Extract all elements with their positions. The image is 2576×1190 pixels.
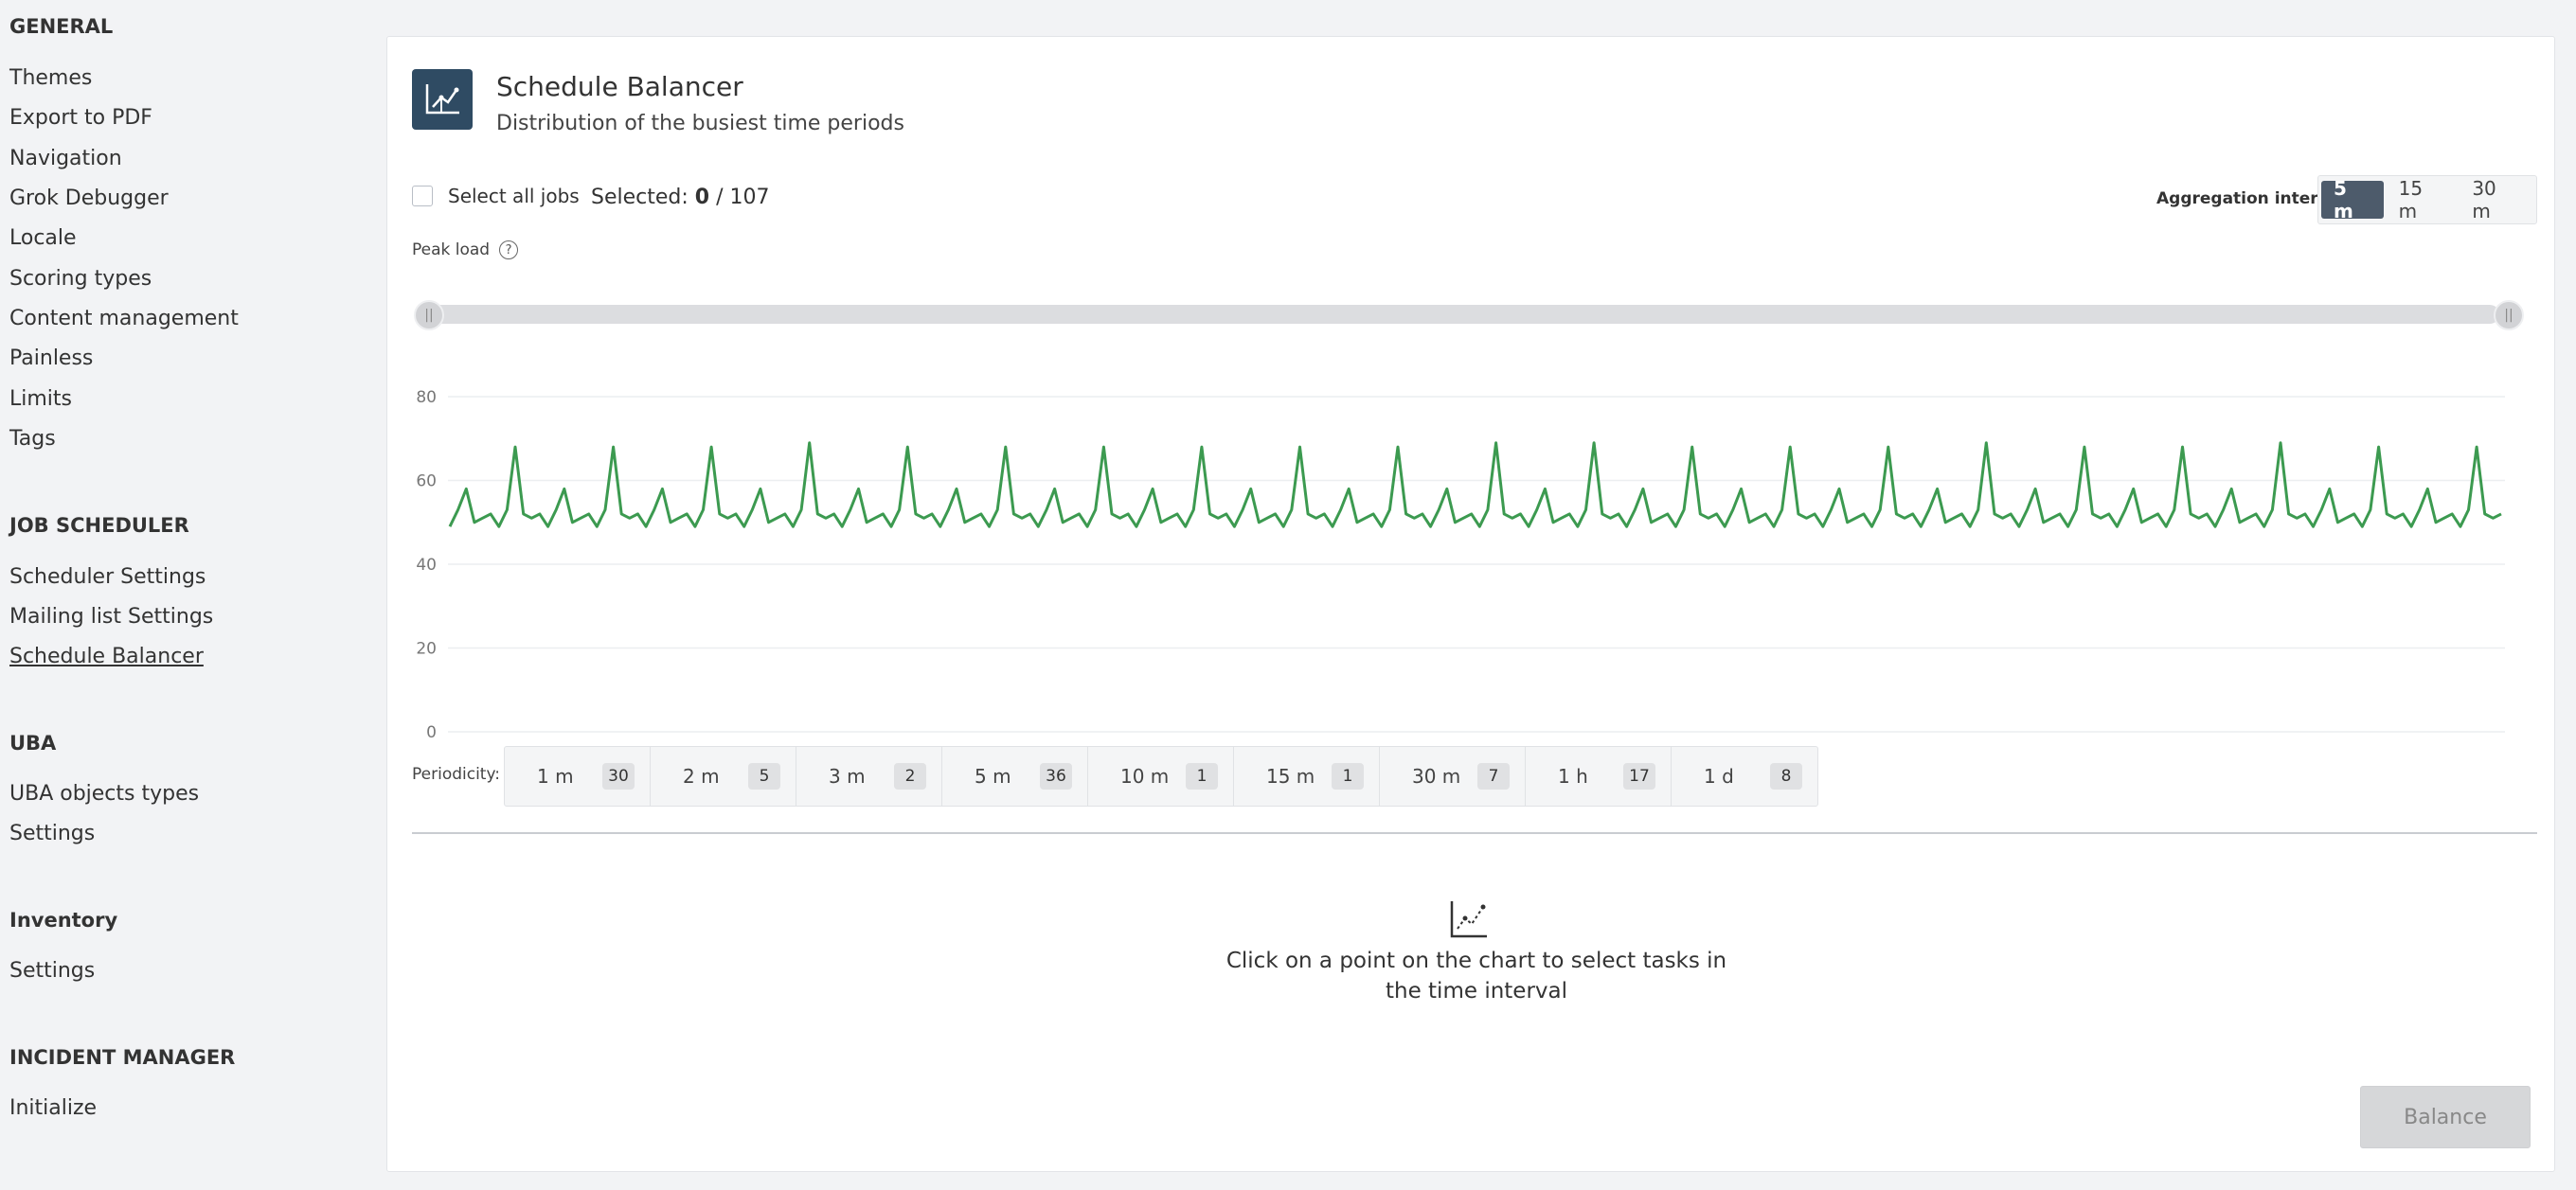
- periodicity-1h-count: 17: [1623, 763, 1655, 790]
- sidebar-section-inventory: Inventory: [9, 909, 118, 932]
- y-tick-label: 20: [416, 640, 437, 659]
- periodicity-10m[interactable]: 10 m 1: [1088, 747, 1234, 806]
- balance-button[interactable]: Balance: [2360, 1086, 2531, 1148]
- periodicity-1h-label: 1 h: [1558, 765, 1588, 788]
- periodicity-3m-label: 3 m: [829, 765, 866, 788]
- sidebar-item-content-management[interactable]: Content management: [9, 305, 239, 333]
- periodicity-1h[interactable]: 1 h 17: [1526, 747, 1672, 806]
- periodicity-10m-label: 10 m: [1120, 765, 1170, 788]
- periodicity-5m[interactable]: 5 m 36: [942, 747, 1088, 806]
- periodicity-5m-label: 5 m: [975, 765, 1011, 788]
- periodicity-1d-count: 8: [1770, 763, 1802, 790]
- sidebar-item-export-to-pdf[interactable]: Export to PDF: [9, 104, 152, 133]
- sidebar-item-tags[interactable]: Tags: [9, 425, 56, 453]
- periodicity-15m-label: 15 m: [1266, 765, 1315, 788]
- section-divider: [412, 832, 2537, 834]
- periodicity-30m-count: 7: [1477, 763, 1510, 790]
- peak-load-text: Peak load: [412, 240, 491, 259]
- periodicity-15m[interactable]: 15 m 1: [1234, 747, 1380, 806]
- sidebar-item-initialize[interactable]: Initialize: [9, 1094, 97, 1123]
- sidebar-section-uba: UBA: [9, 732, 57, 755]
- periodicity-30m-label: 30 m: [1412, 765, 1461, 788]
- range-slider-handle-end[interactable]: ||: [2494, 300, 2524, 330]
- periodicity-1m-label: 1 m: [537, 765, 574, 788]
- periodicity-10m-count: 1: [1186, 763, 1218, 790]
- sidebar-item-locale[interactable]: Locale: [9, 224, 77, 253]
- periodicity-2m[interactable]: 2 m 5: [651, 747, 796, 806]
- sidebar-item-scheduler-settings[interactable]: Scheduler Settings: [9, 563, 206, 592]
- periodicity-15m-count: 1: [1332, 763, 1364, 790]
- sidebar-item-navigation[interactable]: Navigation: [9, 145, 122, 173]
- sidebar-item-grok-debugger[interactable]: Grok Debugger: [9, 185, 169, 213]
- empty-state-message: Click on a point on the chart to select …: [1225, 949, 1727, 1004]
- sidebar-section-general: GENERAL: [9, 15, 114, 38]
- periodicity-1m[interactable]: 1 m 30: [505, 747, 651, 806]
- chart-icon: [1449, 899, 1489, 943]
- sidebar-section-job-scheduler: JOB SCHEDULER: [9, 514, 189, 537]
- periodicity-1d-label: 1 d: [1704, 765, 1734, 788]
- periodicity-3m-count: 2: [894, 763, 926, 790]
- periodicity-filter: 1 m 30 2 m5 3 m2 5 m 36 10 m1 15 m1 30 m7 …: [504, 746, 1818, 807]
- periodicity-1m-count: 30: [602, 763, 635, 790]
- aggregation-5m-button[interactable]: 5 m: [2321, 177, 2384, 222]
- question-circle-icon[interactable]: ?: [499, 240, 519, 259]
- aggregation-interval-toggle: 5 m 15 m 30 m: [2317, 175, 2537, 224]
- chart-line-icon: [412, 69, 473, 130]
- sidebar-item-schedule-balancer[interactable]: Schedule Balancer: [9, 643, 204, 671]
- schedule-balancer-card: Schedule Balancer Distribution of the bu…: [386, 36, 2555, 1172]
- y-tick-label: 0: [426, 723, 437, 737]
- sidebar-item-uba-objects-types[interactable]: UBA objects types: [9, 780, 199, 808]
- periodicity-30m[interactable]: 30 m 7: [1380, 747, 1526, 806]
- range-slider-handle-start[interactable]: ||: [414, 300, 444, 330]
- sidebar-section-incident-manager: INCIDENT MANAGER: [9, 1046, 236, 1069]
- periodicity-2m-count: 5: [748, 763, 780, 790]
- y-tick-label: 60: [416, 472, 437, 491]
- select-all-label: Select all jobs: [448, 185, 580, 207]
- sidebar-item-uba-settings[interactable]: Settings: [9, 820, 95, 848]
- periodicity-1d[interactable]: 1 d 8: [1672, 747, 1817, 806]
- selected-prefix: Selected:: [591, 186, 695, 209]
- periodicity-5m-count: 36: [1040, 763, 1072, 790]
- page-subtitle: Distribution of the busiest time periods: [496, 112, 904, 135]
- aggregation-15m-button[interactable]: 15 m: [2387, 177, 2458, 222]
- select-all-jobs[interactable]: Select all jobs: [412, 185, 580, 207]
- y-tick-label: 80: [416, 388, 437, 407]
- page-title: Schedule Balancer: [496, 71, 743, 102]
- sidebar-item-painless[interactable]: Painless: [9, 345, 93, 373]
- sidebar-item-inventory-settings[interactable]: Settings: [9, 957, 95, 986]
- selected-count: 0: [694, 186, 710, 209]
- peak-load-chart[interactable]: 02040608018:0021:0000:0003:0006:0009:001…: [387, 340, 2556, 737]
- sidebar: GENERAL Themes Export to PDF Navigation …: [0, 0, 379, 1190]
- peak-load-series-line[interactable]: [448, 441, 2502, 528]
- periodicity-3m[interactable]: 3 m 2: [796, 747, 942, 806]
- periodicity-2m-label: 2 m: [683, 765, 720, 788]
- sidebar-item-themes[interactable]: Themes: [9, 64, 92, 93]
- sidebar-item-scoring-types[interactable]: Scoring types: [9, 265, 152, 293]
- selected-total: / 107: [709, 186, 770, 209]
- range-slider-track[interactable]: [425, 305, 2499, 324]
- select-all-checkbox[interactable]: [412, 186, 433, 206]
- sidebar-item-limits[interactable]: Limits: [9, 385, 72, 414]
- sidebar-item-mailing-list-settings[interactable]: Mailing list Settings: [9, 603, 213, 631]
- selected-counter: Selected: 0 / 107: [591, 186, 769, 209]
- peak-load-label: Peak load ?: [412, 240, 519, 259]
- periodicity-label: Periodicity:: [412, 765, 501, 784]
- aggregation-30m-button[interactable]: 30 m: [2460, 177, 2531, 222]
- y-tick-label: 40: [416, 556, 437, 575]
